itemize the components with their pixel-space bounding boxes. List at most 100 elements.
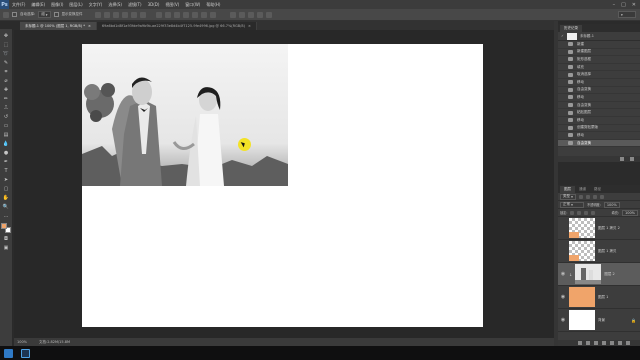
eraser-tool-icon[interactable]: ▭ xyxy=(2,122,10,129)
menu-3d[interactable]: 3D(D) xyxy=(145,2,163,7)
distribute-hcenter-icon[interactable] xyxy=(191,11,198,18)
history-item[interactable]: 新建图层 xyxy=(558,49,640,57)
menu-file[interactable]: 文件(F) xyxy=(9,2,28,8)
close-tab-icon[interactable]: × xyxy=(88,24,91,28)
history-item[interactable]: 移动 xyxy=(558,117,640,125)
brush-tool-icon[interactable]: ✏ xyxy=(2,95,10,102)
visibility-toggle[interactable] xyxy=(560,225,566,231)
tab-untitled[interactable]: 未标题-1 @ 100% (图层 1, RGB/8) * × xyxy=(20,22,97,30)
layer-row[interactable]: ◉ 背景 🔒 xyxy=(558,309,640,332)
menu-edit[interactable]: 编辑(E) xyxy=(28,2,48,8)
layer-kind-filter[interactable]: 类型 ▾ xyxy=(560,193,576,200)
3d-roll-icon[interactable] xyxy=(238,11,245,18)
history-item-selected[interactable]: 自由变换 xyxy=(558,139,640,148)
menu-view[interactable]: 视图(V) xyxy=(162,2,182,8)
opacity-field[interactable]: 100% xyxy=(603,201,620,208)
layer-name[interactable]: 图层 1 xyxy=(598,295,608,300)
path-select-icon[interactable]: ➤ xyxy=(2,176,10,183)
menu-select[interactable]: 选择(S) xyxy=(105,2,125,8)
history-brush-icon[interactable]: ↺ xyxy=(2,113,10,120)
layer-name[interactable]: 图层 2 xyxy=(604,272,614,277)
3d-pan-icon[interactable] xyxy=(247,11,254,18)
photoshop-taskbar-icon[interactable] xyxy=(21,348,30,358)
auto-select-checkbox[interactable] xyxy=(12,12,17,17)
healing-brush-icon[interactable]: ✚ xyxy=(2,86,10,93)
history-item[interactable]: 粘贴图层 xyxy=(558,109,640,117)
menu-filter[interactable]: 滤镜(T) xyxy=(125,2,145,8)
zoom-tool-icon[interactable]: 🔍 xyxy=(2,203,10,210)
new-group-icon[interactable] xyxy=(610,341,614,345)
blur-tool-icon[interactable]: 💧 xyxy=(2,140,10,147)
distribute-left-icon[interactable] xyxy=(182,11,189,18)
crop-tool-icon[interactable]: ⌗ xyxy=(2,68,10,75)
lock-all-icon[interactable] xyxy=(591,210,596,215)
color-swatches[interactable] xyxy=(1,223,11,233)
distribute-top-icon[interactable] xyxy=(155,11,162,18)
layer-name[interactable]: 背景 xyxy=(598,318,605,323)
eye-icon[interactable]: ◉ xyxy=(560,317,566,323)
tab-channels[interactable]: 通道 xyxy=(575,186,590,193)
distribute-right-icon[interactable] xyxy=(200,11,207,18)
menu-help[interactable]: 帮助(H) xyxy=(203,2,223,8)
layer-row[interactable]: 图层 1 拷贝 xyxy=(558,240,640,263)
layer-name[interactable]: 图层 1 拷贝 xyxy=(598,249,616,254)
workspace-dropdown[interactable]: ▾ xyxy=(618,11,636,18)
eye-icon[interactable]: ◉ xyxy=(560,271,566,277)
quick-select-tool-icon[interactable]: ✎ xyxy=(2,59,10,66)
eye-icon[interactable]: ◉ xyxy=(560,294,566,300)
layer-style-icon[interactable] xyxy=(586,341,590,345)
trash-icon[interactable] xyxy=(630,157,634,161)
tab-paths[interactable]: 路径 xyxy=(590,186,605,193)
lock-transparency-icon[interactable] xyxy=(570,210,575,215)
menu-layer[interactable]: 图层(L) xyxy=(66,2,85,8)
tab-history[interactable]: 历史记录 xyxy=(560,25,582,32)
marquee-tool-icon[interactable]: ⬚ xyxy=(2,41,10,48)
auto-align-icon[interactable] xyxy=(209,11,216,18)
eyedropper-tool-icon[interactable]: ⌀ xyxy=(2,77,10,84)
windows-start-icon[interactable] xyxy=(4,348,13,358)
menu-type[interactable]: 文字(Y) xyxy=(86,2,106,8)
auto-select-dropdown[interactable]: 组 ▾ xyxy=(38,11,51,18)
new-layer-icon[interactable] xyxy=(618,341,622,345)
fill-field[interactable]: 100% xyxy=(621,209,638,216)
align-top-icon[interactable] xyxy=(94,11,101,18)
filter-pixel-icon[interactable] xyxy=(578,194,583,199)
align-right-icon[interactable] xyxy=(139,11,146,18)
layer-row-selected[interactable]: ◉ ↓ 图层 2 xyxy=(558,263,640,286)
filter-adjust-icon[interactable] xyxy=(585,194,590,199)
zoom-level[interactable]: 100% xyxy=(17,340,27,344)
link-layers-icon[interactable] xyxy=(578,341,582,345)
history-item[interactable]: 新建 xyxy=(558,41,640,49)
blend-mode-dropdown[interactable]: 正常 ▾ xyxy=(560,201,584,208)
tab-layers[interactable]: 图层 xyxy=(560,186,575,193)
add-mask-icon[interactable] xyxy=(594,341,598,345)
adjustment-layer-icon[interactable] xyxy=(602,341,606,345)
pen-tool-icon[interactable]: ✒ xyxy=(2,158,10,165)
layer-row[interactable]: 图层 1 拷贝 2 xyxy=(558,217,640,240)
maximize-icon[interactable]: □ xyxy=(621,2,626,8)
history-item[interactable]: 移动 xyxy=(558,132,640,140)
tab-photo[interactable]: 69a6bd1d8f1a93fde9a9b9b-ae229f33e8d4b4f7… xyxy=(96,22,257,30)
history-item[interactable]: 取消选择 xyxy=(558,71,640,79)
trash-icon[interactable] xyxy=(626,341,630,345)
3d-slide-icon[interactable] xyxy=(256,11,263,18)
align-left-icon[interactable] xyxy=(121,11,128,18)
visibility-toggle[interactable] xyxy=(560,248,566,254)
history-item[interactable]: 填充 xyxy=(558,64,640,72)
menu-window[interactable]: 窗口(W) xyxy=(182,2,203,8)
history-item[interactable]: 创建剪贴蒙版 xyxy=(558,125,640,133)
close-icon[interactable]: ✕ xyxy=(632,2,636,8)
history-item[interactable]: 移动 xyxy=(558,79,640,87)
history-item[interactable]: 自由变换 xyxy=(558,87,640,95)
lock-pixels-icon[interactable] xyxy=(577,210,582,215)
filter-type-icon[interactable] xyxy=(592,194,597,199)
foreground-color-swatch[interactable] xyxy=(1,223,7,229)
align-vcenter-icon[interactable] xyxy=(103,11,110,18)
minimize-icon[interactable]: – xyxy=(613,2,616,8)
3d-scale-icon[interactable] xyxy=(265,11,272,18)
lock-position-icon[interactable] xyxy=(584,210,589,215)
history-item[interactable]: 矩形选框 xyxy=(558,56,640,64)
wedding-photo[interactable] xyxy=(82,44,288,186)
filter-shape-icon[interactable] xyxy=(599,194,604,199)
history-snapshot[interactable]: ✓ 未标题-1 xyxy=(558,32,640,41)
